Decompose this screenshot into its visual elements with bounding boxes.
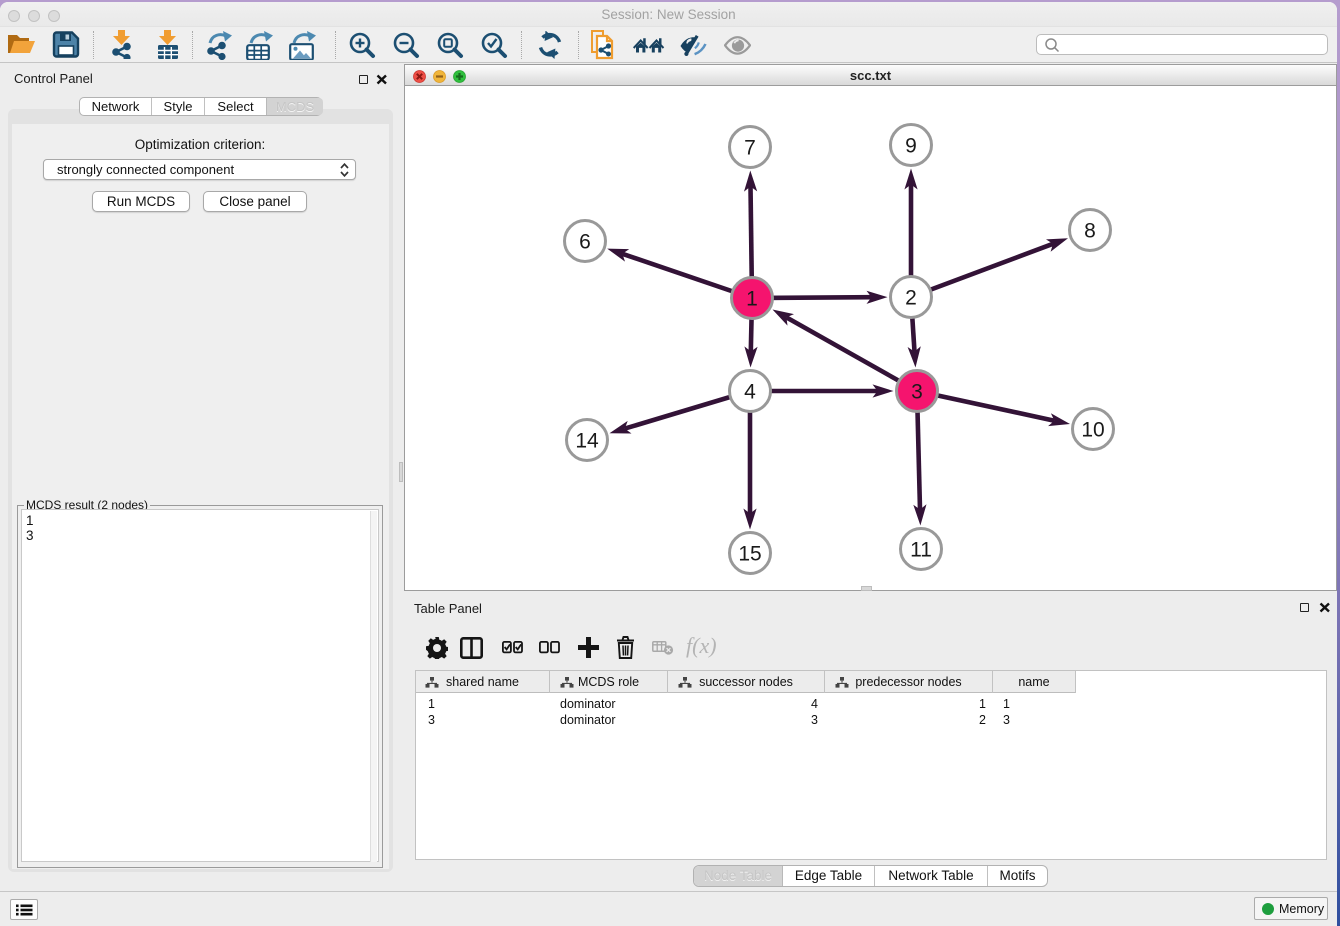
svg-text:15: 15 [738, 543, 761, 566]
svg-text:9: 9 [905, 135, 917, 158]
svg-text:4: 4 [744, 381, 756, 404]
svg-text:3: 3 [911, 381, 923, 404]
svg-text:2: 2 [905, 287, 917, 310]
svg-text:6: 6 [579, 231, 591, 254]
svg-text:7: 7 [744, 137, 756, 160]
svg-text:11: 11 [910, 539, 932, 562]
svg-text:10: 10 [1081, 419, 1104, 442]
svg-text:1: 1 [746, 288, 758, 311]
svg-text:8: 8 [1084, 220, 1096, 243]
svg-text:14: 14 [575, 430, 599, 453]
